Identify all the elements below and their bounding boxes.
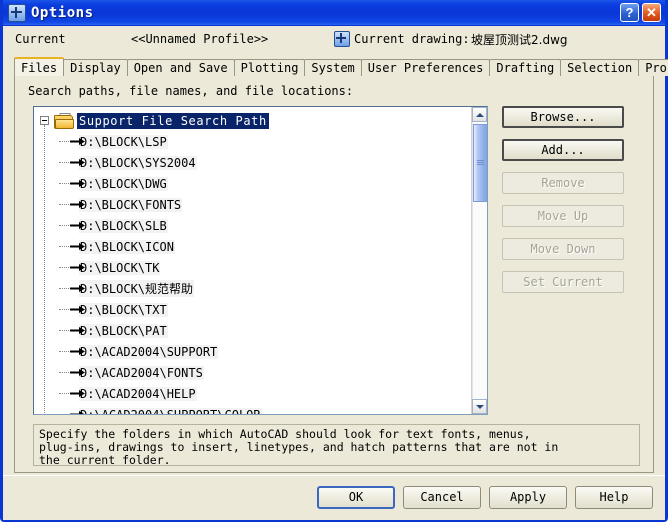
tab-system[interactable]: System: [304, 59, 362, 76]
tree-scrollbar[interactable]: [471, 107, 487, 414]
tree-item[interactable]: D:\BLOCK\PAT: [34, 320, 487, 341]
drawing-icon: [334, 31, 350, 47]
tree-item[interactable]: D:\BLOCK\TK: [34, 257, 487, 278]
path-arrow-icon: [70, 327, 85, 334]
tree-item-path: D:\BLOCK\TXT: [79, 302, 168, 317]
folder-icon: [54, 113, 74, 129]
help-button[interactable]: Help: [575, 486, 653, 509]
path-arrow-icon: [70, 201, 85, 208]
tree-item[interactable]: D:\BLOCK\ICON: [34, 236, 487, 257]
search-paths-tree[interactable]: Support File Search Path D:\BLOCK\LSP D:…: [33, 106, 488, 415]
path-arrow-icon: [70, 180, 85, 187]
tree-root-label: Support File Search Path: [77, 112, 269, 129]
path-arrow-icon: [70, 369, 85, 376]
tree-item[interactable]: D:\BLOCK\DWG: [34, 173, 487, 194]
move-down-button[interactable]: Move Down: [502, 238, 624, 260]
tree-item-path: D:\ACAD2004\FONTS: [79, 365, 204, 380]
move-up-button[interactable]: Move Up: [502, 205, 624, 227]
path-arrow-icon: [70, 411, 85, 414]
ok-button[interactable]: OK: [317, 486, 395, 509]
scrollbar-track[interactable]: [472, 122, 487, 399]
path-arrow-icon: [70, 390, 85, 397]
search-paths-label: Search paths, file names, and file locat…: [28, 84, 354, 98]
collapse-icon[interactable]: [40, 116, 49, 125]
remove-button[interactable]: Remove: [502, 172, 624, 194]
title-bar: Options ? ✕: [3, 0, 665, 26]
apply-button[interactable]: Apply: [489, 486, 567, 509]
tab-drafting[interactable]: Drafting: [489, 59, 562, 76]
tree-item[interactable]: D:\ACAD2004\FONTS: [34, 362, 487, 383]
path-arrow-icon: [70, 264, 85, 271]
tree-item-path: D:\BLOCK\SLB: [79, 218, 168, 233]
current-label: Current: [15, 32, 66, 46]
tree-item[interactable]: D:\BLOCK\LSP: [34, 131, 487, 152]
tree-item-path: D:\ACAD2004\SUPPORT\COLOR: [79, 407, 262, 414]
help-icon[interactable]: ?: [620, 3, 639, 22]
dialog-footer: OK Cancel Apply Help: [3, 475, 665, 520]
tree-item-path: D:\BLOCK\PAT: [79, 323, 168, 338]
tab-plotting[interactable]: Plotting: [233, 59, 306, 76]
tree-item[interactable]: D:\ACAD2004\SUPPORT\COLOR: [34, 404, 487, 414]
tree-item[interactable]: D:\BLOCK\SLB: [34, 215, 487, 236]
tree-contents: Support File Search Path D:\BLOCK\LSP D:…: [34, 107, 487, 414]
tree-item-path: D:\BLOCK\SYS2004: [79, 155, 197, 170]
window-title: Options: [31, 4, 94, 21]
tree-item-path: D:\BLOCK\LSP: [79, 134, 168, 149]
scrollbar-thumb[interactable]: [473, 124, 487, 202]
path-arrow-icon: [70, 243, 85, 250]
current-profile-name: <<Unnamed Profile>>: [131, 32, 269, 46]
tree-item-path: D:\BLOCK\FONTS: [79, 197, 183, 212]
path-arrow-icon: [70, 348, 85, 355]
tree-item[interactable]: D:\BLOCK\SYS2004: [34, 152, 487, 173]
path-arrow-icon: [70, 285, 85, 292]
tree-item-path: D:\BLOCK\DWG: [79, 176, 168, 191]
tab-files[interactable]: Files: [14, 57, 65, 76]
tree-item[interactable]: D:\BLOCK\FONTS: [34, 194, 487, 215]
tree-item-path: D:\ACAD2004\SUPPORT: [79, 344, 219, 359]
path-arrow-icon: [70, 159, 85, 166]
scroll-up-icon[interactable]: [472, 107, 487, 122]
tab-user-preferences[interactable]: User Preferences: [360, 59, 491, 76]
tree-item[interactable]: D:\BLOCK\TXT: [34, 299, 487, 320]
tab-profiles[interactable]: Profiles: [638, 59, 668, 76]
scroll-down-icon[interactable]: [472, 399, 487, 414]
dialog-content: Current <<Unnamed Profile>> Current draw…: [3, 26, 668, 520]
scrollbar-grip-icon: [477, 160, 484, 166]
set-current-button[interactable]: Set Current: [502, 271, 624, 293]
path-arrow-icon: [70, 306, 85, 313]
tree-item[interactable]: D:\BLOCK\规范帮助: [34, 278, 487, 299]
current-drawing-label: Current drawing:: [354, 32, 470, 46]
close-icon[interactable]: ✕: [642, 3, 661, 22]
tree-root-node[interactable]: Support File Search Path: [34, 110, 487, 131]
cancel-button[interactable]: Cancel: [403, 486, 481, 509]
tab-display[interactable]: Display: [63, 59, 128, 76]
tree-item-path: D:\ACAD2004\HELP: [79, 386, 197, 401]
autocad-options-icon: [8, 3, 26, 22]
tree-item-path: D:\BLOCK\TK: [79, 260, 161, 275]
current-drawing-name: 坡屋顶测试2.dwg: [471, 33, 568, 47]
tab-selection[interactable]: Selection: [560, 59, 640, 76]
profile-header: Current <<Unnamed Profile>> Current draw…: [3, 26, 665, 53]
browse-button[interactable]: Browse...: [502, 106, 624, 128]
tab-open-and-save[interactable]: Open and Save: [126, 59, 235, 76]
tab-strip: Files Display Open and Save Plotting Sys…: [14, 57, 668, 76]
files-tab-panel: Search paths, file names, and file locat…: [14, 75, 654, 473]
description-text: Specify the folders in which AutoCAD sho…: [33, 424, 640, 466]
tree-item-path: D:\BLOCK\ICON: [79, 239, 175, 254]
path-action-buttons: Browse... Add... Remove Move Up Move Dow…: [502, 106, 640, 304]
tree-item[interactable]: D:\ACAD2004\SUPPORT: [34, 341, 487, 362]
tree-item[interactable]: D:\ACAD2004\HELP: [34, 383, 487, 404]
tree-item-path: D:\BLOCK\规范帮助: [79, 280, 195, 297]
window-controls: ? ✕: [620, 3, 661, 22]
path-arrow-icon: [70, 138, 85, 145]
path-arrow-icon: [70, 222, 85, 229]
options-dialog: Options ? ✕ Current <<Unnamed Profile>> …: [0, 0, 668, 522]
add-button[interactable]: Add...: [502, 139, 624, 161]
